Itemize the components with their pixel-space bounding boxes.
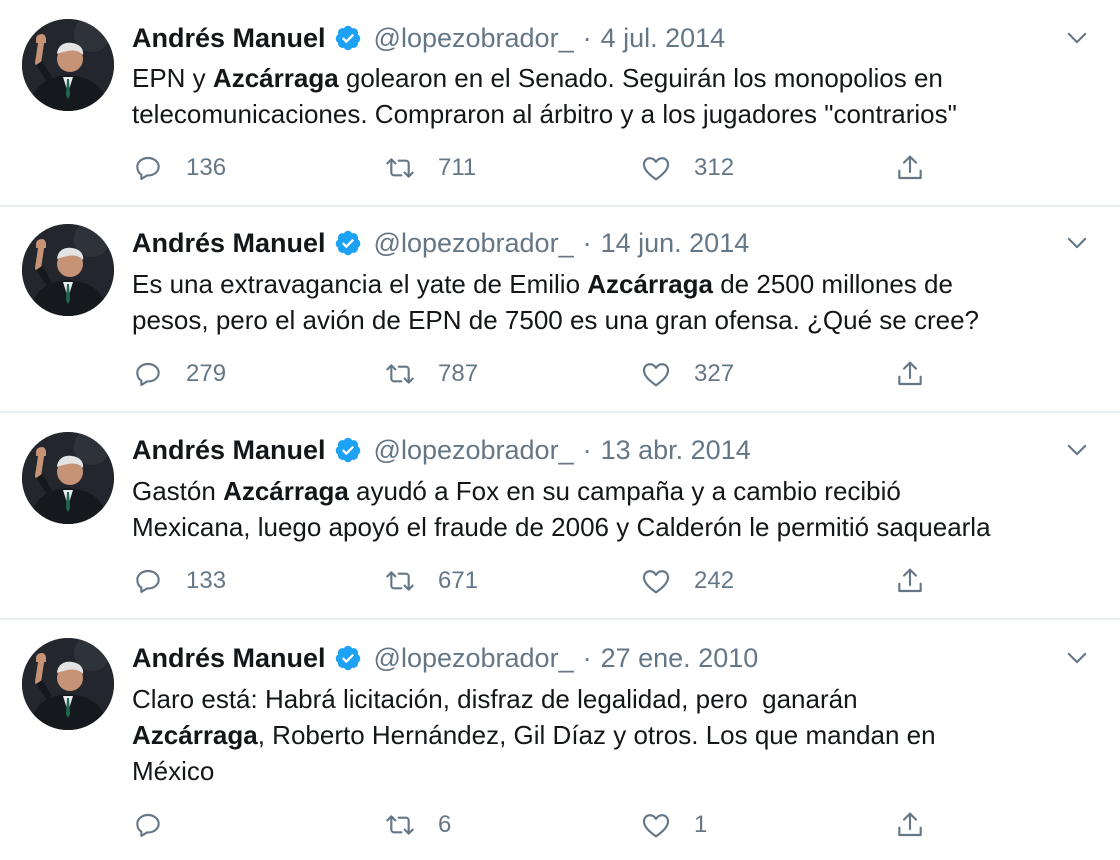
tweet-divider: [0, 411, 1120, 413]
like-button[interactable]: 327: [640, 354, 734, 394]
like-count: 1: [694, 811, 708, 838]
reply-count: 136: [186, 154, 227, 181]
separator-dot: ·: [582, 22, 592, 53]
verified-badge-icon: [335, 645, 360, 671]
tweet-text: Claro está: Habrá licitación, disfraz de…: [132, 681, 1102, 789]
author-handle[interactable]: @lopezobrador_: [374, 23, 574, 54]
separator-dot: ·: [582, 227, 592, 258]
retweet-count: 671: [438, 567, 479, 594]
chevron-down-icon[interactable]: [1063, 229, 1091, 257]
share-icon: [898, 155, 922, 180]
verified-badge-icon: [335, 25, 360, 51]
retweet-icon: [386, 815, 414, 835]
like-count: 312: [694, 154, 735, 181]
author-name[interactable]: Andrés Manuel: [132, 23, 326, 54]
author-name[interactable]: Andrés Manuel: [132, 228, 326, 259]
reply-button[interactable]: 136: [132, 148, 226, 188]
retweet-button[interactable]: 6: [384, 805, 451, 845]
chevron-down-icon[interactable]: [1063, 24, 1091, 52]
share-button[interactable]: [894, 561, 926, 601]
tweet-text: Es una extravagancia el yate de Emilio A…: [132, 266, 1102, 338]
text-segment: Gastón: [132, 476, 224, 506]
reply-button[interactable]: [132, 805, 186, 845]
reply-count: 279: [186, 360, 227, 387]
like-count: 327: [694, 360, 735, 387]
tweet-date[interactable]: 14 jun. 2014: [601, 228, 750, 259]
like-button[interactable]: 242: [640, 561, 734, 601]
tweet-actions: 279 787 327: [132, 354, 1112, 394]
share-button[interactable]: [894, 805, 926, 845]
like-button[interactable]: 1: [640, 805, 707, 845]
reply-count: 133: [186, 567, 227, 594]
text-segment: EPN y: [132, 63, 213, 93]
tweet-date[interactable]: 13 abr. 2014: [601, 435, 751, 466]
share-icon: [898, 568, 922, 593]
author-handle[interactable]: @lopezobrador_: [374, 228, 574, 259]
verified-badge-icon: [335, 230, 360, 256]
like-icon: [642, 570, 670, 594]
verified-badge-icon: [335, 437, 360, 463]
tweet-header: Andrés Manuel @lopezobrador_ · 4 jul. 2014: [132, 20, 725, 56]
retweet-count: 711: [438, 154, 477, 181]
retweet-count: 787: [438, 360, 479, 387]
like-icon: [642, 157, 670, 181]
avatar[interactable]: [22, 638, 114, 730]
separator-dot: ·: [582, 434, 592, 465]
tweet-actions: 61: [132, 805, 1112, 845]
avatar[interactable]: [22, 19, 114, 111]
retweet-count: 6: [438, 811, 452, 838]
text-segment: Es una extravagancia el yate de Emilio: [132, 269, 588, 299]
author-name[interactable]: Andrés Manuel: [132, 643, 326, 674]
author-handle[interactable]: @lopezobrador_: [374, 643, 574, 674]
reply-button[interactable]: 133: [132, 561, 226, 601]
tweet-date[interactable]: 4 jul. 2014: [601, 23, 726, 54]
avatar[interactable]: [22, 224, 114, 316]
like-count: 242: [694, 567, 735, 594]
tweet-divider: [0, 618, 1120, 620]
share-button[interactable]: [894, 148, 926, 188]
avatar[interactable]: [22, 432, 114, 524]
like-icon: [642, 363, 670, 387]
tweet-date[interactable]: 27 ene. 2010: [601, 643, 759, 674]
tweet-header: Andrés Manuel @lopezobrador_ · 13 abr. 2014: [132, 432, 751, 468]
share-icon: [898, 361, 922, 386]
tweet-actions: 136 711 312: [132, 148, 1112, 188]
highlighted-term: Azcárraga: [132, 720, 258, 750]
chevron-down-icon[interactable]: [1063, 436, 1091, 464]
tweet-header: Andrés Manuel @lopezobrador_ · 27 ene. 2010: [132, 640, 758, 676]
tweet-header: Andrés Manuel @lopezobrador_ · 14 jun. 2014: [132, 225, 749, 261]
like-button[interactable]: 312: [640, 148, 734, 188]
retweet-button[interactable]: 787: [384, 354, 478, 394]
highlighted-term: Azcárraga: [587, 269, 713, 299]
text-segment: Claro está: Habrá licitación, disfraz de…: [132, 684, 858, 714]
reply-icon: [136, 362, 160, 386]
chevron-down-icon[interactable]: [1063, 644, 1091, 672]
tweet-text: EPN y Azcárraga golearon en el Senado. S…: [132, 60, 1102, 132]
share-icon: [898, 812, 922, 837]
author-name[interactable]: Andrés Manuel: [132, 435, 326, 466]
reply-icon: [136, 569, 160, 593]
tweet-actions: 133 671 242: [132, 561, 1112, 601]
author-handle[interactable]: @lopezobrador_: [374, 435, 574, 466]
tweet-divider: [0, 205, 1120, 207]
retweet-button[interactable]: 671: [384, 561, 478, 601]
reply-button[interactable]: 279: [132, 354, 226, 394]
share-button[interactable]: [894, 354, 926, 394]
retweet-icon: [386, 571, 414, 591]
highlighted-term: Azcárraga: [223, 476, 349, 506]
retweet-icon: [386, 158, 414, 178]
reply-icon: [136, 813, 160, 837]
highlighted-term: Azcárraga: [212, 63, 339, 93]
tweet-text: Gastón Azcárraga ayudó a Fox en su campa…: [132, 473, 1102, 545]
reply-icon: [136, 156, 160, 180]
separator-dot: ·: [582, 642, 592, 673]
retweet-button[interactable]: 711: [384, 148, 476, 188]
retweet-icon: [386, 364, 414, 384]
like-icon: [642, 814, 670, 838]
